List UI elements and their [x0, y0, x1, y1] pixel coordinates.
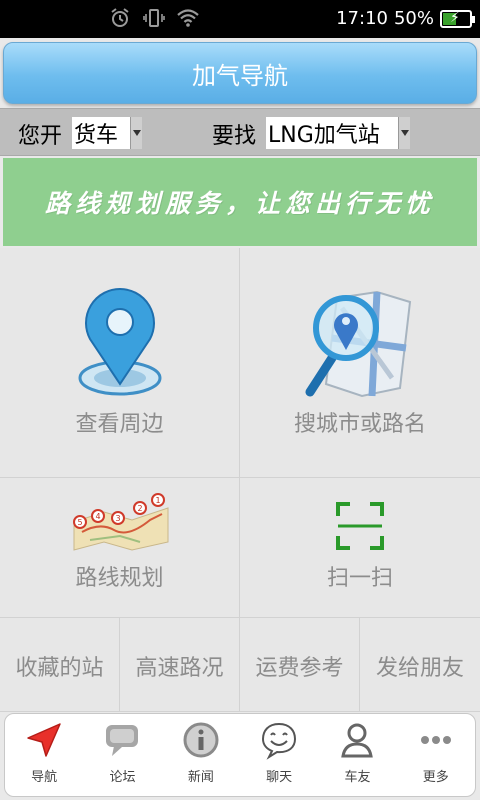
- route-pin-4: 4: [91, 509, 105, 523]
- bottom-nav: 导航 论坛 新闻 聊天 车友 更多: [4, 713, 476, 797]
- nearby-label: 查看周边: [75, 412, 164, 437]
- person-icon: [341, 723, 374, 758]
- freight-button[interactable]: 运费参考: [240, 618, 360, 712]
- freight-label: 运费参考: [255, 656, 344, 681]
- chevron-down-icon: [398, 117, 410, 149]
- battery-percent: 50%: [393, 8, 434, 29]
- search-city-label: 搜城市或路名: [293, 412, 426, 437]
- filter-bar: 您开 货车 要找 LNG加气站: [0, 108, 480, 156]
- route-pin-label: 4: [95, 512, 100, 521]
- route-pin-5: 5: [73, 515, 87, 529]
- status-time: 17:10: [336, 8, 388, 29]
- status-bar: 17:10 50% ⚡: [0, 0, 480, 38]
- route-plan-button[interactable]: 5 4 3 2 1 路线规划: [0, 478, 240, 618]
- nav-news[interactable]: 新闻: [162, 714, 240, 796]
- alarm-icon: [111, 8, 129, 27]
- nav-label: 新闻: [187, 770, 214, 785]
- vehicle-label: 您开: [18, 124, 63, 149]
- nav-chat[interactable]: 聊天: [240, 714, 318, 796]
- nav-car-friends[interactable]: 车友: [318, 714, 396, 796]
- send-friends-button[interactable]: 发给朋友: [360, 618, 480, 712]
- wifi-icon: [177, 9, 199, 27]
- scan-icon: [336, 502, 384, 550]
- route-pin-2: 2: [133, 501, 147, 515]
- vehicle-select[interactable]: 货车: [72, 117, 142, 149]
- nav-forum[interactable]: 论坛: [83, 714, 161, 796]
- nearby-button[interactable]: 查看周边: [0, 248, 240, 478]
- route-pin-label: 5: [77, 518, 82, 527]
- banner-text: 路线规划服务，让您出行无忧: [44, 189, 435, 218]
- route-pin-label: 2: [137, 504, 142, 513]
- station-type-select[interactable]: LNG加气站: [266, 117, 410, 149]
- send-friends-label: 发给朋友: [375, 656, 464, 681]
- info-icon: [183, 722, 219, 758]
- nav-more[interactable]: 更多: [397, 714, 475, 796]
- nav-label: 更多: [422, 770, 449, 785]
- nav-label: 聊天: [266, 770, 293, 785]
- feature-grid: 查看周边 搜城市或路名 5 4 3 2 1 路线规划 扫一扫 收藏的站 高速路况 运费参…: [0, 248, 480, 712]
- route-plan-label: 路线规划: [75, 566, 164, 591]
- route-pin-3: 3: [111, 511, 125, 525]
- navigation-arrow-icon: [27, 723, 61, 757]
- promo-banner[interactable]: 路线规划服务，让您出行无忧: [3, 158, 477, 246]
- nav-label: 导航: [31, 770, 58, 785]
- more-dots-icon: [420, 736, 451, 744]
- vibrate-icon: [143, 9, 165, 27]
- route-pin-1: 1: [151, 493, 165, 507]
- chat-face-icon: [262, 722, 297, 760]
- route-map-icon: 5 4 3 2 1: [73, 493, 169, 551]
- battery-icon: ⚡: [440, 9, 475, 28]
- title-bar: 加气导航: [3, 42, 477, 104]
- chevron-down-icon: [130, 117, 142, 149]
- vehicle-select-value: 货车: [74, 123, 119, 148]
- favorites-label: 收藏的站: [15, 656, 104, 681]
- nav-navigation[interactable]: 导航: [5, 714, 83, 796]
- scan-button[interactable]: 扫一扫: [240, 478, 480, 618]
- scan-label: 扫一扫: [326, 566, 393, 591]
- page-title: 加气导航: [192, 61, 288, 90]
- station-type-value: LNG加气站: [268, 123, 380, 148]
- nav-label: 车友: [344, 770, 371, 785]
- route-pin-label: 1: [155, 496, 160, 505]
- map-search-icon: [305, 290, 412, 398]
- highway-label: 高速路况: [135, 656, 224, 681]
- map-pin-icon: [78, 288, 162, 396]
- highway-button[interactable]: 高速路况: [120, 618, 240, 712]
- route-pin-label: 3: [115, 514, 120, 523]
- search-city-button[interactable]: 搜城市或路名: [240, 248, 480, 478]
- nav-label: 论坛: [109, 770, 136, 785]
- forum-bubble-icon: [106, 725, 139, 756]
- favorites-button[interactable]: 收藏的站: [0, 618, 120, 712]
- target-label: 要找: [212, 124, 257, 149]
